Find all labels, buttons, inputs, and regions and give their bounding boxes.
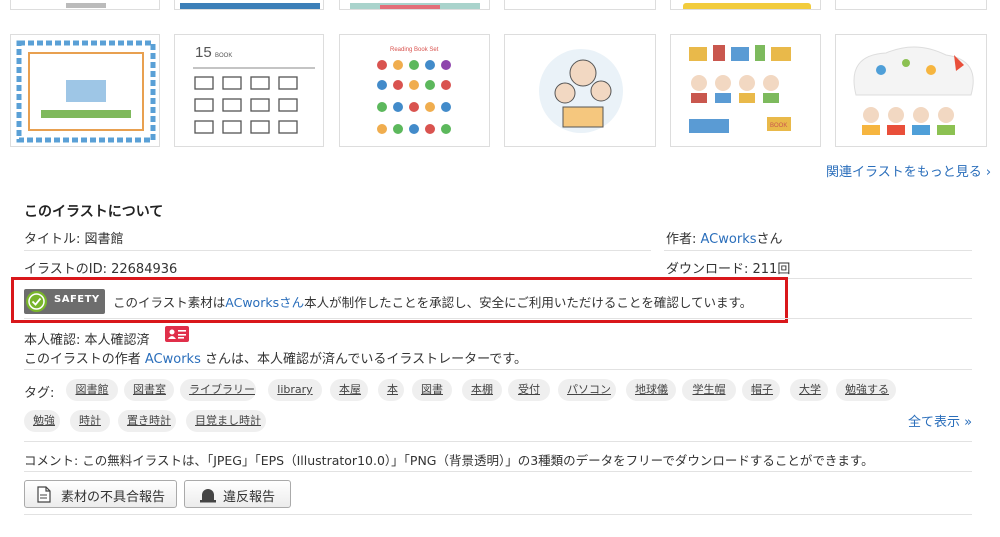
thumbnail-image <box>180 3 320 9</box>
tag-item[interactable]: 帽子 <box>742 379 780 401</box>
tag-item[interactable]: 図書館 <box>66 379 118 401</box>
tag-item[interactable]: パソコン <box>558 379 616 401</box>
tag-item[interactable]: 勉強する <box>836 379 896 401</box>
related-thumbnail-3[interactable]: Reading Book Set <box>339 34 490 147</box>
tag-item[interactable]: 本屋 <box>330 379 368 401</box>
safety-author-link[interactable]: ACworksさん <box>225 295 304 310</box>
tag-item[interactable]: 勉強 <box>24 410 60 432</box>
safety-text-after: 本人が制作したことを承認し、安全にご利用いただけることを確認しています。 <box>304 295 753 310</box>
related-thumbnail-6[interactable] <box>835 34 987 147</box>
id-card-icon <box>165 326 189 342</box>
report-defect-button[interactable]: 素材の不具合報告 <box>24 480 177 508</box>
divider <box>24 369 972 370</box>
reading-book-icons-illustration: Reading Book Set <box>377 47 451 134</box>
more-related-illustrations-link[interactable]: 関連イラストをもっと見る › <box>826 161 991 180</box>
verification-description: このイラストの作者 ACworks さんは、本人確認が済んでいるイラストレーター… <box>24 348 527 367</box>
divider <box>24 514 972 515</box>
verification-desc-after: さんは、本人確認が済んでいるイラストレーターです。 <box>200 352 528 367</box>
report-violation-button[interactable]: 違反報告 <box>184 480 291 508</box>
mother-reading-to-children-illustration <box>539 49 623 133</box>
tags-label: タグ: <box>24 386 55 401</box>
thumbnail-image <box>350 3 480 9</box>
safety-badge-label: SAFETY <box>54 294 100 305</box>
checkmark-icon <box>26 291 47 312</box>
tag-item[interactable]: ライブラリー <box>180 379 256 401</box>
tag-item[interactable]: 図書室 <box>124 379 174 401</box>
divider <box>24 250 651 251</box>
id-value: 22684936 <box>111 262 178 277</box>
verification-desc-before: このイラストの作者 <box>24 352 145 367</box>
thumbnail-image <box>66 3 106 8</box>
author-link[interactable]: ACworks <box>701 232 757 247</box>
children-reading-books-illustration: BOOK <box>689 45 791 133</box>
reading-book-frame-illustration <box>16 40 156 143</box>
prev-row-thumbnail-1[interactable] <box>10 0 160 10</box>
downloads-row: ダウンロード: 211回 <box>666 258 790 277</box>
related-thumbnail-5[interactable]: BOOK <box>670 34 821 147</box>
tag-item[interactable]: 時計 <box>70 410 110 432</box>
tag-item[interactable]: library <box>268 379 322 401</box>
prev-row-thumbnail-4[interactable] <box>504 0 656 10</box>
author-row: 作者: ACworksさん <box>666 228 783 247</box>
related-thumbnail-1[interactable] <box>10 34 160 147</box>
downloads-value: 211回 <box>752 262 791 277</box>
related-thumbnail-2[interactable]: 15 BOOK <box>174 34 324 147</box>
children-reading-dreams-illustration <box>853 46 974 135</box>
document-icon <box>37 486 51 507</box>
divider <box>24 318 972 319</box>
title-row: タイトル: 図書館 <box>24 228 124 247</box>
prev-row-thumbnail-6[interactable] <box>835 0 987 10</box>
comment-text: この無料イラストは、「JPEG」「EPS（Illustrator10.0）」「P… <box>82 453 874 468</box>
alert-icon <box>199 485 217 507</box>
tag-item[interactable]: 学生帽 <box>682 379 736 401</box>
downloads-label: ダウンロード: <box>666 262 753 277</box>
verification-status: 本人確認: 本人確認済 <box>24 333 150 348</box>
prev-row-thumbnail-2[interactable] <box>174 0 324 10</box>
related-thumbnail-4[interactable] <box>504 34 656 147</box>
svg-text:15: 15 <box>195 44 212 61</box>
tag-item[interactable]: 置き時計 <box>118 410 176 432</box>
divider <box>24 471 972 472</box>
tag-item[interactable]: 地球儀 <box>626 379 676 401</box>
about-heading: このイラストについて <box>24 204 164 220</box>
tag-item[interactable]: 受付 <box>508 379 550 401</box>
tag-item[interactable]: 目覚まし時計 <box>186 410 266 432</box>
book-line-icons-illustration: 15 BOOK <box>193 44 315 134</box>
author-label: 作者: <box>666 232 701 247</box>
verified-author-link[interactable]: ACworks <box>145 352 201 367</box>
tag-item[interactable]: 大学 <box>790 379 828 401</box>
author-suffix: さん <box>756 232 783 247</box>
safety-badge: SAFETY <box>24 289 105 314</box>
report-defect-label: 素材の不具合報告 <box>61 490 166 505</box>
thumbnail-image <box>683 3 811 9</box>
comment-label: コメント: <box>24 453 83 468</box>
comment-row: コメント: この無料イラストは、「JPEG」「EPS（Illustrator10… <box>24 450 874 469</box>
prev-row-thumbnail-5[interactable] <box>670 0 821 10</box>
id-label: イラストのID: <box>24 262 112 277</box>
tag-item[interactable]: 本 <box>378 379 404 401</box>
title-value: 図書館 <box>84 232 124 247</box>
safety-message: このイラスト素材はACworksさん本人が制作したことを承認し、安全にご利用いた… <box>113 292 752 311</box>
prev-row-thumbnail-3[interactable] <box>339 0 490 10</box>
divider <box>24 441 972 442</box>
title-label: タイトル: <box>24 232 85 247</box>
id-row: イラストのID: 22684936 <box>24 258 177 277</box>
safety-text-before: このイラスト素材は <box>113 295 226 310</box>
show-all-tags-link[interactable]: 全て表示 » <box>908 411 972 430</box>
svg-text:Reading Book Set: Reading Book Set <box>390 47 439 53</box>
svg-text:BOOK: BOOK <box>770 123 787 129</box>
tag-item[interactable]: 本棚 <box>462 379 502 401</box>
tag-item[interactable]: 図書 <box>412 379 452 401</box>
report-violation-label: 違反報告 <box>223 490 276 505</box>
divider <box>664 250 972 251</box>
svg-text:BOOK: BOOK <box>215 53 232 59</box>
